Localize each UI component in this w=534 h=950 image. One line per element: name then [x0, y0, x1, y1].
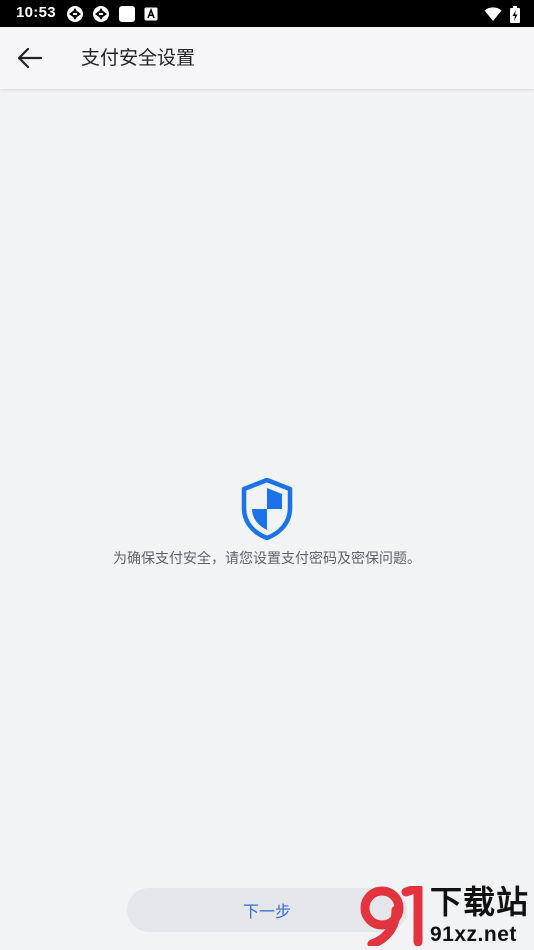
battery-charging-icon	[510, 5, 520, 23]
watermark-title: 下载站	[430, 883, 530, 921]
status-time: 10:53	[16, 4, 56, 21]
wifi-icon	[484, 7, 502, 21]
aperture-icon	[93, 6, 109, 22]
page-title: 支付安全设置	[81, 47, 196, 69]
a-box-icon	[144, 7, 158, 21]
square-notification-icon	[119, 6, 135, 22]
back-button[interactable]	[8, 36, 52, 80]
watermark-url: 91xz.net	[430, 923, 517, 946]
watermark: 下载站 91xz.net	[360, 880, 534, 950]
screen: 10:53 支付安全设置 为确保支付安全，请您设置支付密码及密保问题。 下一步 …	[0, 0, 534, 950]
app-bar: 支付安全设置	[0, 27, 534, 89]
status-icons-right	[484, 5, 520, 23]
status-bar: 10:53	[0, 0, 534, 27]
security-hint-text: 为确保支付安全，请您设置支付密码及密保问题。	[113, 551, 421, 567]
arrow-left-icon	[17, 47, 43, 69]
status-icons-left	[66, 5, 158, 23]
watermark-logo-icon	[360, 886, 423, 946]
aperture-icon	[67, 6, 83, 22]
security-shield-icon	[241, 478, 293, 540]
security-illustration	[0, 478, 534, 544]
